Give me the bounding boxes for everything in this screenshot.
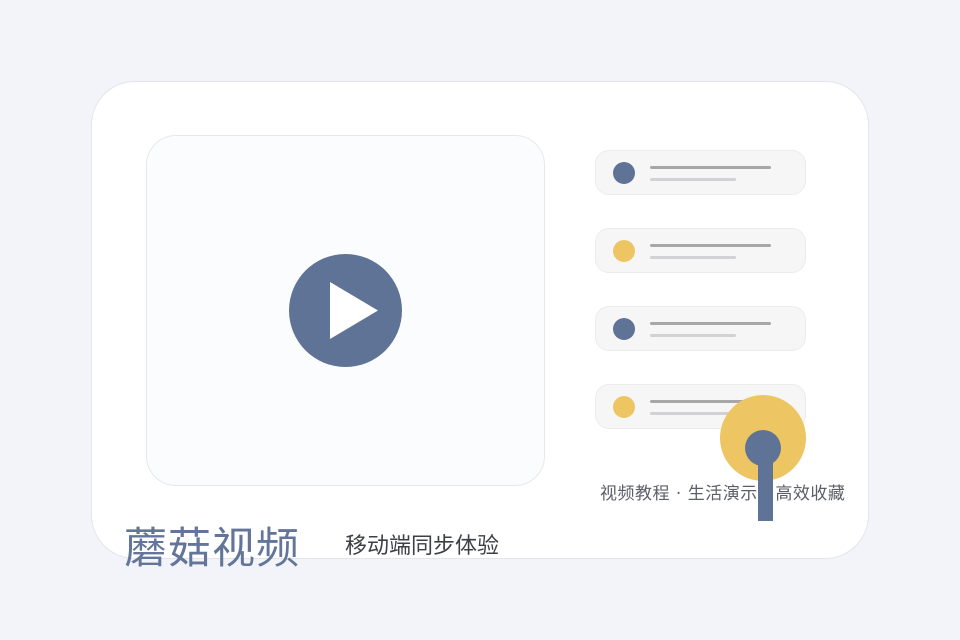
status-dot xyxy=(613,396,635,418)
title-placeholder xyxy=(650,322,771,325)
status-dot xyxy=(613,318,635,340)
list-item[interactable] xyxy=(595,306,806,351)
app-stage: 视频教程 · 生活演示 · 高效收藏 蘑菇视频 移动端同步体验 xyxy=(0,0,960,640)
brand-slogan: 移动端同步体验 xyxy=(345,534,500,559)
subtitle-placeholder xyxy=(650,256,736,259)
list-item[interactable] xyxy=(595,150,806,195)
play-icon xyxy=(289,254,402,367)
list-item[interactable] xyxy=(595,228,806,273)
play-button[interactable] xyxy=(289,254,402,367)
title-placeholder xyxy=(650,244,771,247)
title-placeholder xyxy=(650,166,771,169)
brand-name: 蘑菇视频 xyxy=(124,524,300,574)
tap-pointer-icon xyxy=(718,393,808,523)
subtitle-placeholder xyxy=(650,334,736,337)
status-dot xyxy=(613,162,635,184)
subtitle-placeholder xyxy=(650,178,736,181)
status-dot xyxy=(613,240,635,262)
